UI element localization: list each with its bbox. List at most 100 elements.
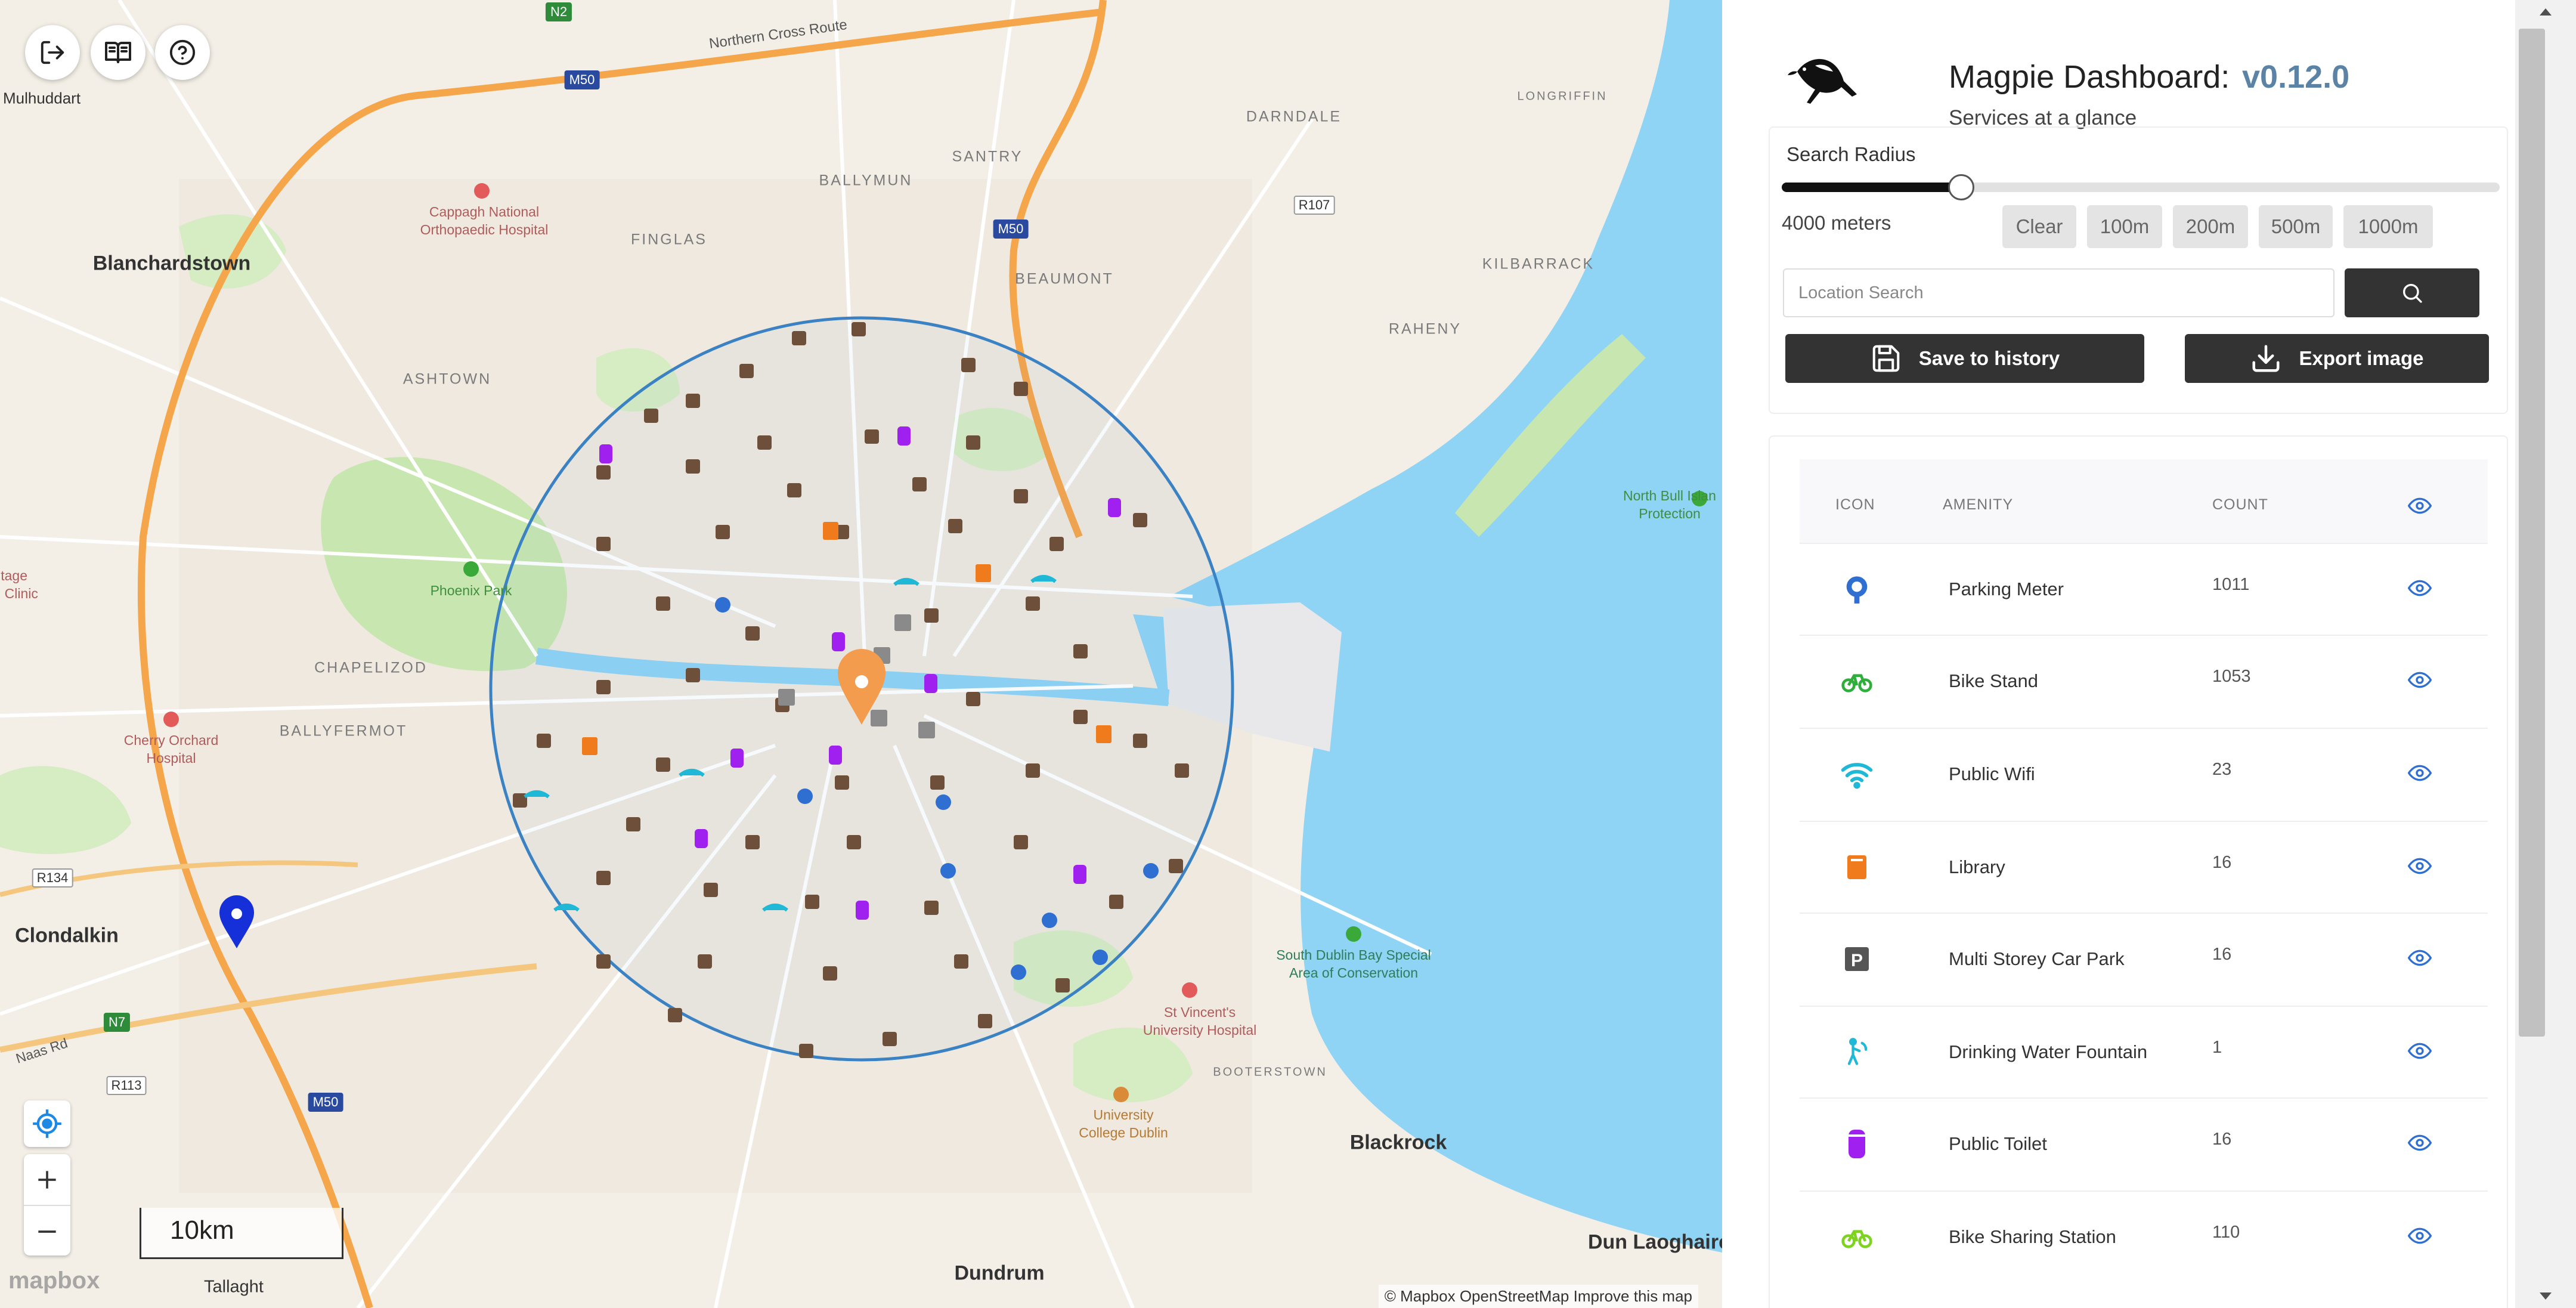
parking-meter-icon xyxy=(1840,573,1874,606)
help-circle-icon xyxy=(169,39,196,66)
logout-button[interactable] xyxy=(25,25,80,80)
radius-slider[interactable] xyxy=(1782,174,2500,200)
search-button[interactable] xyxy=(2345,268,2479,317)
visibility-toggle-eye-icon[interactable] xyxy=(2407,854,2432,881)
amenity-count: 1011 xyxy=(2212,575,2250,594)
map-scale: 10km xyxy=(140,1208,343,1259)
zoom-in-button[interactable] xyxy=(24,1154,70,1205)
map-label-blanchardstown: Blanchardstown xyxy=(92,252,251,275)
table-row[interactable]: Drinking Water Fountain 1 xyxy=(1800,1006,2488,1099)
eye-toggle-all-icon[interactable] xyxy=(2408,494,2432,518)
road-shield-n2: N2 xyxy=(545,2,572,21)
app-version: v0.12.0 xyxy=(2242,59,2350,95)
table-row[interactable]: Library 16 xyxy=(1800,821,2488,914)
visibility-toggle-eye-icon[interactable] xyxy=(2407,946,2432,973)
plus-icon xyxy=(38,1170,56,1189)
map-label-ashtown: ASHTOWN xyxy=(402,370,492,388)
radius-slider-thumb[interactable] xyxy=(1948,174,1974,200)
zoom-out-button[interactable] xyxy=(24,1205,70,1257)
table-row[interactable]: Bike Sharing Station 110 xyxy=(1800,1191,2488,1284)
road-shield-r134: R134 xyxy=(32,868,73,888)
map-label-santry: SANTRY xyxy=(952,148,1023,165)
table-row[interactable]: Public Wifi 23 xyxy=(1800,728,2488,821)
map-label-finglas: FINGLAS xyxy=(631,231,707,248)
amenity-name: Bike Stand xyxy=(1949,670,2038,691)
visibility-toggle-eye-icon[interactable] xyxy=(2407,668,2432,695)
car-park-icon: P xyxy=(1840,942,1874,976)
map-label-tallaght: Tallaght xyxy=(204,1277,264,1297)
crosshair-icon xyxy=(33,1109,61,1138)
amenity-count: 16 xyxy=(2212,945,2232,964)
radius-100m-button[interactable]: 100m xyxy=(2087,205,2162,248)
map-attribution[interactable]: © Mapbox OpenStreetMap Improve this map xyxy=(1378,1285,1698,1308)
search-radius-label: Search Radius xyxy=(1787,143,1916,165)
visibility-toggle-eye-icon[interactable] xyxy=(2407,1224,2432,1251)
map-label-mulhuddart: Mulhuddart xyxy=(2,89,81,107)
radius-200m-button[interactable]: 200m xyxy=(2173,205,2248,248)
amenity-name: Public Toilet xyxy=(1949,1133,2047,1154)
save-icon xyxy=(1872,345,1899,372)
export-image-label: Export image xyxy=(2299,347,2424,369)
page-scrollbar[interactable] xyxy=(2515,0,2576,1308)
map-label-ucd: University College Dublin xyxy=(1079,1107,1168,1140)
road-shield-m50: M50 xyxy=(308,1093,343,1112)
amenity-count: 16 xyxy=(2212,853,2232,872)
table-row[interactable]: P Multi Storey Car Park 16 xyxy=(1800,913,2488,1006)
clear-radius-button[interactable]: Clear xyxy=(2002,205,2076,248)
search-icon xyxy=(2403,284,2422,303)
radius-1000m-button[interactable]: 1000m xyxy=(2343,205,2433,248)
table-row[interactable]: Bike Stand 1053 xyxy=(1800,635,2488,728)
app-title: Magpie Dashboard: xyxy=(1949,59,2230,95)
magpie-logo-icon xyxy=(1788,58,1857,104)
map-label-cherry-orchard: Cherry Orchard Hospital xyxy=(123,732,219,766)
visibility-toggle-eye-icon[interactable] xyxy=(2407,576,2432,603)
amenity-name: Public Wifi xyxy=(1949,763,2035,784)
bike-stand-icon xyxy=(1840,664,1874,698)
scroll-up-arrow-icon[interactable] xyxy=(2515,0,2576,24)
road-shield-r113: R113 xyxy=(106,1076,147,1095)
save-to-history-label: Save to history xyxy=(1918,347,2060,369)
amenity-name: Bike Sharing Station xyxy=(1949,1226,2116,1247)
amenity-count: 23 xyxy=(2212,760,2232,779)
logout-icon xyxy=(41,41,64,64)
map-label-blackrock: Blackrock xyxy=(1349,1131,1447,1154)
map-label-longriffin: LONGRIFFIN xyxy=(1517,89,1608,103)
table-row[interactable]: Parking Meter 1011 xyxy=(1800,543,2488,636)
water-fountain-icon xyxy=(1840,1035,1874,1069)
map-label-ballymun: BALLYMUN xyxy=(819,172,913,189)
visibility-toggle-eye-icon[interactable] xyxy=(2407,761,2432,788)
mapbox-logo: mapbox xyxy=(8,1267,100,1294)
scrollbar-thumb[interactable] xyxy=(2519,29,2545,1037)
basemap xyxy=(0,0,1722,1308)
toilet-icon xyxy=(1840,1127,1874,1161)
map-label-st-vincents: St Vincent's University Hospital xyxy=(1143,1004,1257,1038)
docs-button[interactable] xyxy=(91,25,145,80)
geolocate-button[interactable] xyxy=(24,1100,70,1147)
export-image-button[interactable]: Export image xyxy=(2185,334,2489,383)
amenity-name: Parking Meter xyxy=(1949,579,2064,599)
dashboard-header: Magpie Dashboard: v0.12.0 Services at a … xyxy=(1787,24,2442,129)
minus-icon xyxy=(38,1230,56,1233)
amenity-name: Multi Storey Car Park xyxy=(1949,948,2125,969)
location-search-input[interactable] xyxy=(1783,268,2334,317)
visibility-toggle-eye-icon[interactable] xyxy=(2407,1039,2432,1066)
radius-500m-button[interactable]: 500m xyxy=(2259,205,2333,248)
help-button[interactable] xyxy=(155,25,210,80)
map-view[interactable]: Blanchardstown Clondalkin Blackrock Dund… xyxy=(0,0,1722,1308)
svg-text:P: P xyxy=(1851,951,1863,970)
map-label-north-bull: North Bull Islan Protection xyxy=(1623,488,1716,521)
amenity-count: 110 xyxy=(2212,1223,2240,1242)
save-to-history-button[interactable]: Save to history xyxy=(1785,334,2144,383)
map-label-clondalkin: Clondalkin xyxy=(15,924,119,947)
scroll-down-arrow-icon[interactable] xyxy=(2515,1284,2576,1308)
amenity-name: Library xyxy=(1949,856,2005,877)
table-row[interactable]: Public Toilet 16 xyxy=(1800,1097,2488,1191)
map-label-south-dublin-bay: South Dublin Bay Special Area of Conserv… xyxy=(1276,947,1431,981)
map-label-ballyfermot: BALLYFERMOT xyxy=(279,722,408,740)
visibility-toggle-eye-icon[interactable] xyxy=(2407,1131,2432,1158)
map-label-cappagh-hospital: Cappagh National Orthopaedic Hospital xyxy=(420,204,549,237)
wifi-icon xyxy=(1840,757,1874,791)
map-label-beaumont: BEAUMONT xyxy=(1015,270,1114,287)
map-label-phoenix-park: Phoenix Park xyxy=(430,583,512,598)
map-label-clinic: itage l Clinic xyxy=(0,568,38,601)
